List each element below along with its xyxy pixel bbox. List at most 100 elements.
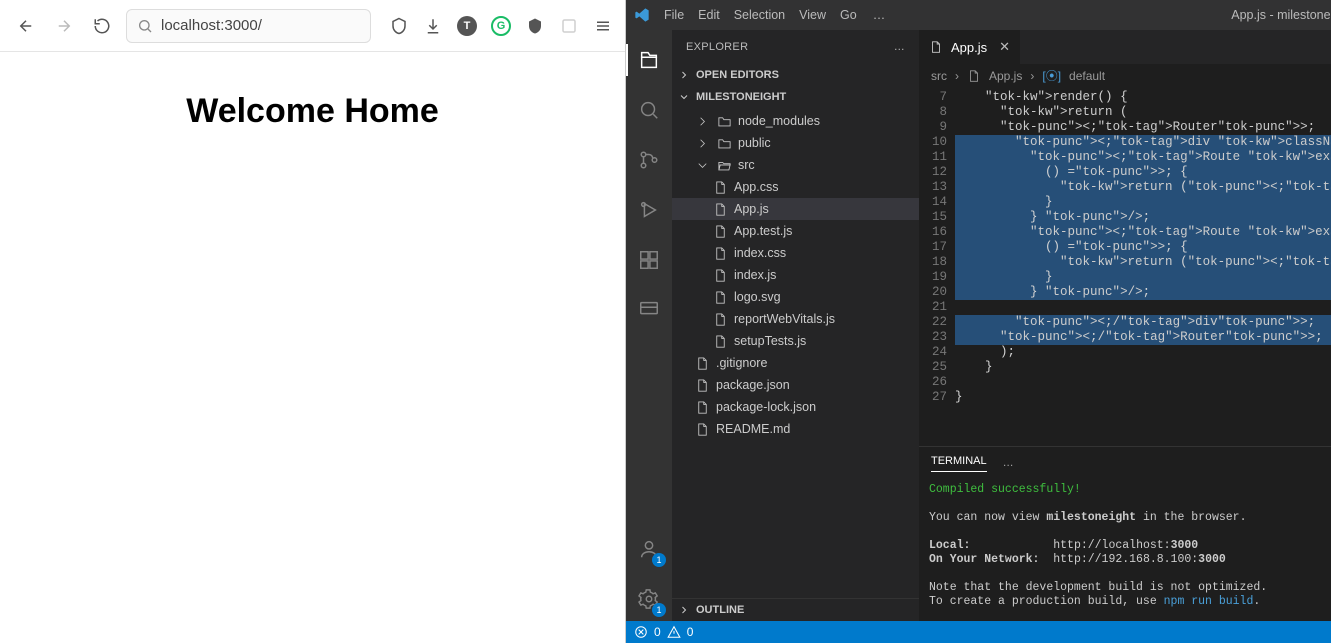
file-row[interactable]: index.js: [672, 264, 919, 286]
file-label: index.css: [734, 246, 786, 260]
tab-close-icon[interactable]: ✕: [999, 39, 1010, 55]
activity-extensions[interactable]: [626, 238, 672, 282]
file-tree: node_modules public src App.css App.js A…: [672, 108, 919, 446]
file-row[interactable]: package.json: [672, 374, 919, 396]
file-label: .gitignore: [716, 356, 767, 370]
menu-overflow-icon[interactable]: …: [873, 8, 886, 22]
breadcrumb[interactable]: src› App.js› [⦿] default: [919, 64, 1331, 88]
folder-label: node_modules: [738, 114, 820, 128]
status-problems[interactable]: 0 0: [634, 625, 693, 639]
activity-debug[interactable]: [626, 188, 672, 232]
accounts-badge: 1: [652, 553, 666, 567]
file-icon: [713, 180, 728, 195]
activity-remote[interactable]: [626, 288, 672, 332]
back-button[interactable]: [12, 12, 40, 40]
ext-icon-t[interactable]: T: [457, 16, 477, 36]
folder-icon: [717, 136, 732, 151]
menu-edit[interactable]: Edit: [698, 8, 720, 22]
sidebar-title-row: EXPLORER …: [672, 30, 919, 64]
browser-viewport: Welcome Home: [0, 52, 625, 643]
file-row[interactable]: setupTests.js: [672, 330, 919, 352]
file-icon: [967, 69, 981, 83]
url-bar[interactable]: [126, 9, 371, 43]
page-headline: Welcome Home: [0, 92, 625, 131]
chevron-down-icon: [678, 91, 690, 103]
activity-accounts[interactable]: 1: [626, 527, 672, 571]
chevron-right-icon: [678, 604, 690, 616]
file-row[interactable]: reportWebVitals.js: [672, 308, 919, 330]
folder-node-modules[interactable]: node_modules: [672, 110, 919, 132]
file-row[interactable]: App.test.js: [672, 220, 919, 242]
file-row[interactable]: logo.svg: [672, 286, 919, 308]
menu-selection[interactable]: Selection: [734, 8, 785, 22]
panel-tabs: TERMINAL … 1: node ＋: [919, 447, 1331, 479]
window-title: App.js - milestoneight - Visu...: [899, 8, 1331, 22]
tab-label: App.js: [951, 40, 987, 55]
file-row-active[interactable]: App.js: [672, 198, 919, 220]
url-input[interactable]: [161, 17, 360, 34]
reload-button[interactable]: [88, 12, 116, 40]
hamburger-menu-icon[interactable]: [593, 16, 613, 36]
panel-tab-terminal[interactable]: TERMINAL: [931, 455, 987, 472]
search-icon: [137, 18, 153, 34]
activity-bar: 1 1: [626, 30, 672, 621]
vscode-window: File Edit Selection View Go … App.js - m…: [626, 0, 1331, 643]
puzzle-icon[interactable]: [559, 16, 579, 36]
error-icon: [634, 625, 648, 639]
file-label: package-lock.json: [716, 400, 816, 414]
menu-bar: File Edit Selection View Go: [664, 8, 857, 22]
folder-src[interactable]: src: [672, 154, 919, 176]
warning-icon: [667, 625, 681, 639]
file-icon: [695, 378, 710, 393]
outline-label: OUTLINE: [696, 604, 744, 616]
folder-label: public: [738, 136, 771, 150]
section-project[interactable]: MILESTONEIGHT: [672, 86, 919, 108]
download-icon[interactable]: [423, 16, 443, 36]
forward-button[interactable]: [50, 12, 78, 40]
section-open-editors[interactable]: OPEN EDITORS: [672, 64, 919, 86]
breadcrumb-file: App.js: [989, 69, 1022, 83]
menu-file[interactable]: File: [664, 8, 684, 22]
heart-shield-icon[interactable]: [525, 16, 545, 36]
file-icon: [713, 224, 728, 239]
grammarly-icon[interactable]: G: [491, 16, 511, 36]
file-label: setupTests.js: [734, 334, 806, 348]
folder-label: src: [738, 158, 755, 172]
terminal-output[interactable]: Compiled successfully! You can now view …: [919, 479, 1331, 621]
file-row[interactable]: index.css: [672, 242, 919, 264]
file-label: App.css: [734, 180, 778, 194]
code-editor[interactable]: 789101112131415161718192021222324252627 …: [919, 88, 1331, 446]
file-label: reportWebVitals.js: [734, 312, 835, 326]
folder-public[interactable]: public: [672, 132, 919, 154]
file-icon: [695, 400, 710, 415]
panel-more-icon[interactable]: …: [1003, 457, 1014, 469]
vscode-logo-icon: [634, 7, 650, 23]
file-icon: [929, 40, 943, 54]
section-outline[interactable]: OUTLINE: [672, 598, 919, 621]
browser-window: T G Welcome Home: [0, 0, 626, 643]
titlebar: File Edit Selection View Go … App.js - m…: [626, 0, 1331, 30]
file-icon: [695, 422, 710, 437]
shield-icon[interactable]: [389, 16, 409, 36]
file-icon: [713, 290, 728, 305]
breadcrumb-src: src: [931, 69, 947, 83]
activity-search[interactable]: [626, 88, 672, 132]
folder-open-icon: [717, 158, 732, 173]
file-label: logo.svg: [734, 290, 781, 304]
menu-go[interactable]: Go: [840, 8, 857, 22]
file-row[interactable]: package-lock.json: [672, 396, 919, 418]
file-icon: [695, 356, 710, 371]
sidebar-more-icon[interactable]: …: [894, 41, 905, 53]
file-icon: [713, 202, 728, 217]
menu-view[interactable]: View: [799, 8, 826, 22]
activity-settings[interactable]: 1: [626, 577, 672, 621]
file-row[interactable]: README.md: [672, 418, 919, 440]
activity-explorer[interactable]: [626, 38, 672, 82]
breadcrumb-symbol: default: [1069, 69, 1105, 83]
activity-scm[interactable]: [626, 138, 672, 182]
line-gutter: 789101112131415161718192021222324252627: [919, 88, 955, 446]
tab-app-js[interactable]: App.js ✕: [919, 30, 1021, 64]
file-row[interactable]: .gitignore: [672, 352, 919, 374]
file-row[interactable]: App.css: [672, 176, 919, 198]
browser-toolbar: T G: [0, 0, 625, 52]
